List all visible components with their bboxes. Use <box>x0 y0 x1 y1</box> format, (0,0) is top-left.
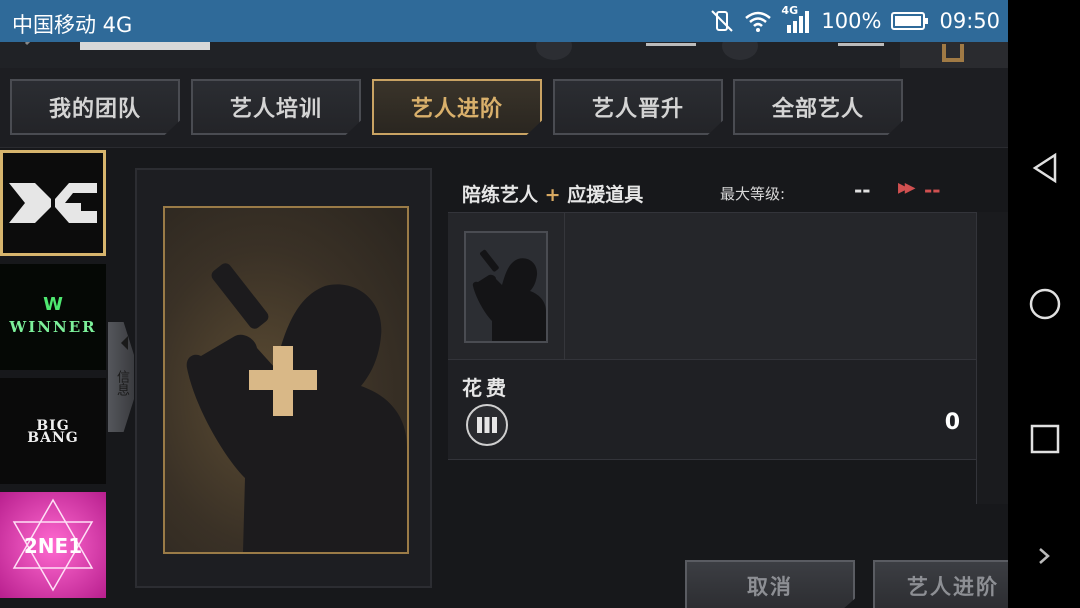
cost-row: 花费 0 <box>448 360 976 460</box>
info-arrow-icon <box>114 336 128 350</box>
ingredient-title-item: 应援道具 <box>567 184 644 206</box>
tab-all-artists[interactable]: 全部艺人 <box>733 79 903 135</box>
ingredient-title: 陪练艺人 + 应援道具 <box>462 180 643 207</box>
navigation-bar <box>1008 0 1080 608</box>
row-divider <box>564 213 565 361</box>
battery-percent: 100% <box>821 9 882 33</box>
max-level-label: 最大等级: <box>720 185 786 203</box>
clock: 09:50 <box>939 9 1000 33</box>
tab-artist-advance[interactable]: 艺人进阶 <box>372 79 542 135</box>
2ne1-logo-text: 2NE1 <box>23 534 83 558</box>
battery-icon <box>891 12 929 30</box>
main-artist-panel <box>135 168 432 588</box>
recent-apps-icon[interactable] <box>1029 423 1061 455</box>
screen-title-fragment <box>80 42 210 50</box>
back-icon[interactable] <box>1029 152 1061 184</box>
add-icon-horizontal <box>249 370 317 390</box>
cancel-button[interactable]: 取消 <box>685 560 855 608</box>
app-screen: 我的团队 艺人培训 艺人进阶 艺人晋升 全部艺人 W WINNER BIG BAN… <box>0 42 1008 608</box>
hud-gem-icon <box>722 42 758 60</box>
yg-logo <box>3 153 103 253</box>
top-hud <box>0 42 1008 68</box>
shop-icon <box>942 44 964 62</box>
chevron-right-icon[interactable] <box>1034 544 1054 568</box>
tab-artist-promotion[interactable]: 艺人晋升 <box>553 79 723 135</box>
tab-bar: 我的团队 艺人培训 艺人进阶 艺人晋升 全部艺人 <box>0 68 1008 148</box>
advance-artist-button[interactable]: 艺人进阶 <box>873 560 1008 608</box>
home-icon[interactable] <box>1029 288 1061 320</box>
tab-artist-training[interactable]: 艺人培训 <box>191 79 361 135</box>
group-item-yg[interactable] <box>0 150 106 256</box>
hud-shop-button[interactable] <box>900 42 1008 68</box>
back-arrow-icon[interactable] <box>20 42 40 52</box>
main-artist-slot[interactable] <box>163 206 409 554</box>
cost-label: 花费 <box>462 376 510 400</box>
bigbang-logo: BIG BANG <box>27 418 79 446</box>
group-list: W WINNER BIG BANG 2NE1 <box>0 150 108 608</box>
info-tab-label: 信息 <box>114 370 129 396</box>
advance-detail-panel: 陪练艺人 + 应援道具 最大等级: -- ▶▶ -- 花费 0 <box>448 168 1008 608</box>
winner-logo-text: WINNER <box>9 318 97 336</box>
hud-gem-value <box>838 42 884 46</box>
cost-value: 0 <box>944 410 960 435</box>
group-item-bigbang[interactable]: BIG BANG <box>0 378 106 484</box>
support-artist-slot[interactable] <box>464 231 548 343</box>
ingredient-title-plus: + <box>544 184 561 206</box>
ingredient-title-artist: 陪练艺人 <box>462 184 539 206</box>
group-item-winner[interactable]: W WINNER <box>0 264 106 370</box>
ingredient-row <box>448 212 976 361</box>
wifi-icon <box>745 11 772 32</box>
group-item-2ne1[interactable]: 2NE1 <box>0 492 106 598</box>
winner-logo-mark: W <box>43 294 63 315</box>
status-bar: 中国移动 4G 4G 100% 09:50 <box>0 0 1008 42</box>
hud-currency-value <box>646 42 696 46</box>
max-level-current: -- <box>854 178 871 202</box>
panel-edge <box>976 212 1008 504</box>
currency-icon <box>466 404 508 446</box>
singer-silhouette-small-icon <box>472 249 546 341</box>
max-level-next: -- <box>924 178 941 202</box>
hud-currency-icon <box>536 42 572 60</box>
info-drawer-tab[interactable]: 信息 <box>108 322 134 432</box>
vibrate-off-icon <box>711 10 734 32</box>
carrier-label: 中国移动 4G <box>12 13 133 37</box>
double-arrow-icon: ▶▶ <box>898 180 915 196</box>
cell-signal-icon: 4G <box>781 4 811 33</box>
tab-my-team[interactable]: 我的团队 <box>10 79 180 135</box>
status-icons: 4G 100% 09:50 <box>709 4 1000 35</box>
